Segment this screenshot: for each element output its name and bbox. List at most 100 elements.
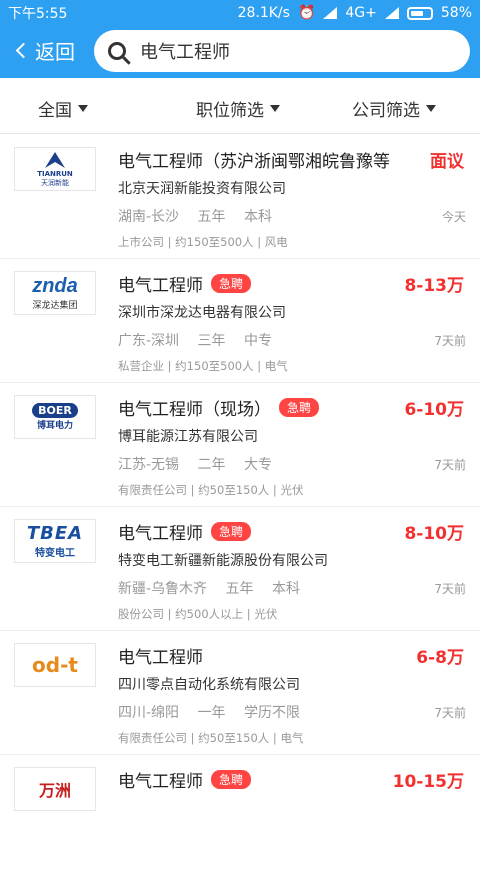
job-education: 中专	[243, 333, 272, 349]
job-meta: 四川-绵阳 一年 学历不限	[118, 702, 314, 722]
company-logo: znda 深龙达集团	[14, 271, 96, 315]
alarm-icon: ⏰	[297, 5, 316, 21]
filter-position-label: 职位筛选	[196, 101, 264, 121]
logo-subtext: 天润新能	[41, 179, 69, 187]
logo-text: znda	[32, 275, 78, 297]
job-item[interactable]: znda 深龙达集团 电气工程师 急聘 8-13万 深圳市深龙达电器有限公司 广…	[0, 259, 480, 383]
search-value: 电气工程师	[140, 42, 230, 63]
job-education: 大专	[243, 457, 272, 473]
job-title-text: 电气工程师（苏沪浙闽鄂湘皖鲁豫等	[118, 152, 390, 172]
company-tags: 私营企业 | 约150至500人 | 电气	[118, 359, 288, 373]
job-item[interactable]: od-t 电气工程师 6-8万 四川零点自动化系统有限公司 四川-绵阳 一年 学…	[0, 631, 480, 755]
job-meta: 湖南-长沙 五年 本科	[118, 206, 286, 226]
filter-company-label: 公司筛选	[352, 101, 420, 121]
logo-text: 万洲	[38, 781, 71, 800]
company-tags: 有限责任公司 | 约50至150人 | 光伏	[118, 483, 304, 497]
job-city: 新疆-乌鲁木齐	[118, 581, 208, 597]
job-meta: 广东-深圳 三年 中专	[118, 330, 286, 350]
company-logo: TIANRUN 天润新能	[14, 147, 96, 191]
back-button[interactable]: 返回	[15, 34, 75, 66]
filter-region-label: 全国	[38, 101, 72, 121]
signal-icon	[384, 7, 399, 19]
job-education: 本科	[271, 581, 300, 597]
logo-text: TBEA	[26, 523, 84, 544]
company-logo: TBEA 特变电工	[14, 519, 96, 563]
job-meta: 新疆-乌鲁木齐 五年 本科	[118, 578, 314, 598]
post-time: 7天前	[434, 582, 466, 596]
job-salary: 6-8万	[416, 648, 464, 668]
company-name: 北京天润新能投资有限公司	[118, 181, 286, 197]
job-city: 广东-深圳	[118, 333, 180, 349]
job-title: 电气工程师 急聘	[118, 519, 252, 544]
dropdown-icon	[78, 105, 88, 112]
job-title-text: 电气工程师	[118, 772, 203, 792]
job-experience: 二年	[197, 457, 226, 473]
company-name: 博耳能源江苏有限公司	[118, 429, 258, 445]
top-bar: 下午5:55 28.1K/s ⏰ 4G+ 58% 返回 电气工程师	[0, 0, 480, 78]
job-education: 本科	[243, 209, 272, 225]
urgent-badge: 急聘	[211, 522, 252, 541]
search-icon	[108, 42, 126, 60]
network-speed: 28.1K/s	[237, 5, 290, 21]
post-time: 7天前	[434, 706, 466, 720]
logo-subtext: 博耳电力	[36, 421, 73, 431]
logo-subtext: 特变电工	[35, 548, 75, 559]
job-city: 湖南-长沙	[118, 209, 180, 225]
urgent-badge: 急聘	[211, 770, 252, 789]
job-salary: 6-10万	[404, 400, 464, 420]
dropdown-icon	[270, 105, 280, 112]
job-title: 电气工程师	[118, 643, 203, 668]
job-item[interactable]: BOER 博耳电力 电气工程师（现场） 急聘 6-10万 博耳能源江苏有限公司 …	[0, 383, 480, 507]
tianrun-logo-icon	[45, 152, 65, 168]
job-title: 电气工程师（苏沪浙闽鄂湘皖鲁豫等	[118, 147, 390, 172]
company-tags: 上市公司 | 约150至500人 | 风电	[118, 235, 288, 249]
company-logo: 万洲	[14, 767, 96, 811]
job-title: 电气工程师 急聘	[118, 767, 252, 792]
logo-text: od-t	[32, 653, 78, 677]
post-time: 7天前	[434, 458, 466, 472]
battery-level: 58%	[440, 5, 472, 21]
filter-bar: 全国 职位筛选 公司筛选	[0, 78, 480, 134]
post-time: 今天	[441, 210, 466, 224]
signal-icon	[323, 7, 338, 19]
job-salary: 8-10万	[404, 524, 464, 544]
urgent-badge: 急聘	[279, 398, 320, 417]
job-title: 电气工程师 急聘	[118, 271, 252, 296]
company-logo: BOER 博耳电力	[14, 395, 96, 439]
job-experience: 五年	[197, 209, 226, 225]
filter-region[interactable]: 全国	[38, 96, 88, 121]
job-experience: 三年	[197, 333, 226, 349]
battery-icon	[406, 6, 433, 20]
job-meta: 江苏-无锡 二年 大专	[118, 454, 286, 474]
status-time: 下午5:55	[8, 6, 68, 22]
company-tags: 股份公司 | 约500人以上 | 光伏	[118, 607, 278, 621]
urgent-badge: 急聘	[211, 274, 252, 293]
logo-text: BOER	[32, 403, 78, 418]
chevron-left-icon	[15, 42, 32, 58]
back-label: 返回	[35, 39, 75, 64]
job-experience: 五年	[225, 581, 254, 597]
company-name: 深圳市深龙达电器有限公司	[118, 305, 286, 321]
job-city: 江苏-无锡	[118, 457, 180, 473]
network-type: 4G+	[345, 5, 377, 21]
company-name: 四川零点自动化系统有限公司	[118, 677, 300, 693]
filter-position[interactable]: 职位筛选	[196, 96, 280, 121]
dropdown-icon	[426, 105, 436, 112]
search-input[interactable]: 电气工程师	[94, 30, 470, 72]
company-name: 特变电工新疆新能源股份有限公司	[118, 553, 328, 569]
job-title-text: 电气工程师	[118, 524, 203, 544]
filter-company[interactable]: 公司筛选	[352, 96, 436, 121]
job-item[interactable]: TBEA 特变电工 电气工程师 急聘 8-10万 特变电工新疆新能源股份有限公司…	[0, 507, 480, 631]
company-tags: 有限责任公司 | 约50至150人 | 电气	[118, 731, 304, 745]
job-salary: 8-13万	[404, 276, 464, 296]
job-item[interactable]: 万洲 电气工程师 急聘 10-15万	[0, 755, 480, 879]
job-city: 四川-绵阳	[118, 705, 180, 721]
job-title-text: 电气工程师（现场）	[118, 400, 271, 420]
status-bar: 下午5:55 28.1K/s ⏰ 4G+ 58%	[0, 0, 480, 26]
logo-text: TIANRUN	[37, 170, 73, 178]
job-list: TIANRUN 天润新能 电气工程师（苏沪浙闽鄂湘皖鲁豫等 面议 北京天润新能投…	[0, 135, 480, 879]
job-education: 学历不限	[243, 705, 300, 721]
job-title-text: 电气工程师	[118, 648, 203, 668]
company-logo: od-t	[14, 643, 96, 687]
job-item[interactable]: TIANRUN 天润新能 电气工程师（苏沪浙闽鄂湘皖鲁豫等 面议 北京天润新能投…	[0, 135, 480, 259]
